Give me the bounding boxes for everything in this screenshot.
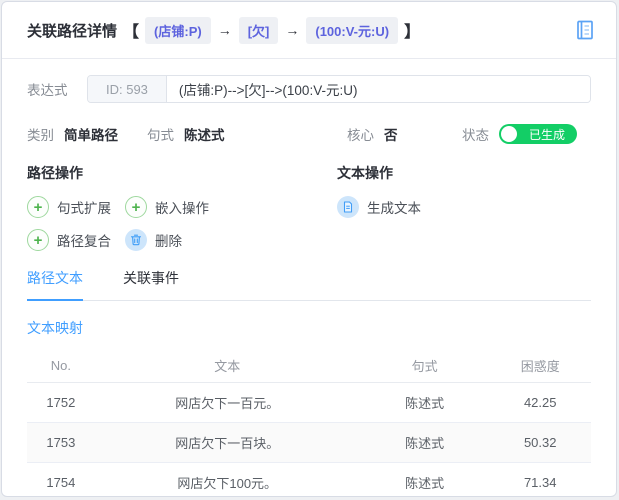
tab-related-events[interactable]: 关联事件	[123, 268, 179, 300]
tab-bar: 路径文本 关联事件	[27, 268, 591, 301]
table-cell: 陈述式	[405, 476, 445, 491]
table-cell: 陈述式	[405, 436, 445, 451]
sentence-type-label: 句式	[147, 128, 174, 143]
expression-label: 表达式	[27, 83, 68, 98]
notebook-icon[interactable]	[574, 19, 596, 41]
path-detail-panel: 关联路径详情 【 (店铺:P) → [欠] → (100:V-元:U) 】 表达…	[1, 1, 617, 497]
table-header-row: No. 文本 句式 困惑度	[27, 348, 591, 383]
path-node-tag: [欠]	[238, 16, 279, 44]
table-cell: 网店欠下一百块。	[175, 436, 280, 451]
table-cell: 1753	[46, 435, 76, 450]
page-title: 关联路径详情	[27, 22, 118, 40]
path-ops-title: 路径操作	[27, 165, 83, 181]
column-header-text: 文本	[214, 358, 241, 374]
text-mapping-subtitle: 文本映射	[27, 320, 83, 336]
document-icon	[337, 196, 359, 218]
table-cell: 42.25	[523, 395, 557, 410]
expression-input[interactable]: (店铺:P)-->[欠]-->(100:V-元:U)	[166, 76, 590, 102]
text-mapping-table: No. 文本 句式 困惑度 1752 网店欠下一百元。 陈述式 42.25 1753 网店…	[27, 348, 591, 496]
column-header-no: No.	[50, 357, 71, 373]
table-row: 1752 网店欠下一百元。 陈述式 42.25	[27, 383, 591, 423]
bracket-close: 】	[404, 24, 421, 41]
core-label: 核心	[347, 128, 374, 143]
path-compose-button[interactable]: + 路径复合	[27, 229, 111, 251]
expression-input-group: ID: 593 (店铺:P)-->[欠]-->(100:V-元:U)	[87, 75, 591, 103]
expand-sentence-button[interactable]: + 句式扩展	[27, 196, 111, 218]
operations-section: 路径操作 + 句式扩展 + 嵌入操作 + 路径复合 删除 文本操作 生成文本	[27, 163, 591, 251]
category-value: 简单路径	[64, 128, 118, 143]
plus-icon: +	[27, 229, 49, 251]
table-cell: 1754	[46, 475, 76, 490]
panel-header: 关联路径详情 【 (店铺:P) → [欠] → (100:V-元:U) 】	[2, 2, 616, 59]
trash-icon	[125, 229, 147, 251]
core-value: 否	[384, 128, 398, 143]
table-cell: 网店欠下100元。	[177, 476, 278, 491]
table-cell: 1752	[46, 395, 76, 410]
column-header-perplexity: 困惑度	[520, 358, 560, 374]
meta-row: 类别 简单路径 句式 陈述式 核心 否 状态 已生成	[27, 124, 591, 144]
category-label: 类别	[27, 128, 54, 143]
arrow-right-icon: →	[217, 22, 232, 38]
expression-id-prefix: ID: 593	[88, 76, 167, 102]
status-badge: 已生成	[528, 127, 565, 142]
table-row: 1753 网店欠下一百块。 陈述式 50.32	[27, 423, 591, 463]
bracket-open: 【	[123, 24, 140, 41]
status-label: 状态	[462, 128, 489, 143]
delete-button[interactable]: 删除	[125, 229, 182, 251]
generate-text-button[interactable]: 生成文本	[337, 196, 421, 218]
table-cell: 71.34	[523, 475, 557, 490]
plus-icon: +	[125, 196, 147, 218]
embed-operation-button[interactable]: + 嵌入操作	[125, 196, 209, 218]
sentence-type-value: 陈述式	[184, 128, 225, 143]
table-cell: 50.32	[523, 435, 557, 450]
table-cell: 网店欠下一百元。	[175, 396, 280, 411]
toggle-knob-icon	[501, 126, 517, 142]
path-node-tag: (店铺:P)	[145, 16, 211, 44]
column-header-sentence-type: 句式	[411, 358, 438, 374]
plus-icon: +	[27, 196, 49, 218]
tab-path-text[interactable]: 路径文本	[27, 268, 83, 301]
table-body: 1752 网店欠下一百元。 陈述式 42.25 1753 网店欠下一百块。 陈述式 50.32…	[27, 383, 591, 496]
table-row: 1754 网店欠下100元。 陈述式 71.34	[27, 463, 591, 496]
status-toggle[interactable]: 已生成	[499, 124, 577, 144]
arrow-right-icon: →	[285, 22, 300, 38]
expression-row: 表达式 ID: 593 (店铺:P)-->[欠]-->(100:V-元:U)	[27, 75, 591, 103]
text-ops-title: 文本操作	[337, 165, 393, 181]
path-node-tag: (100:V-元:U)	[306, 16, 399, 44]
table-cell: 陈述式	[405, 396, 445, 411]
